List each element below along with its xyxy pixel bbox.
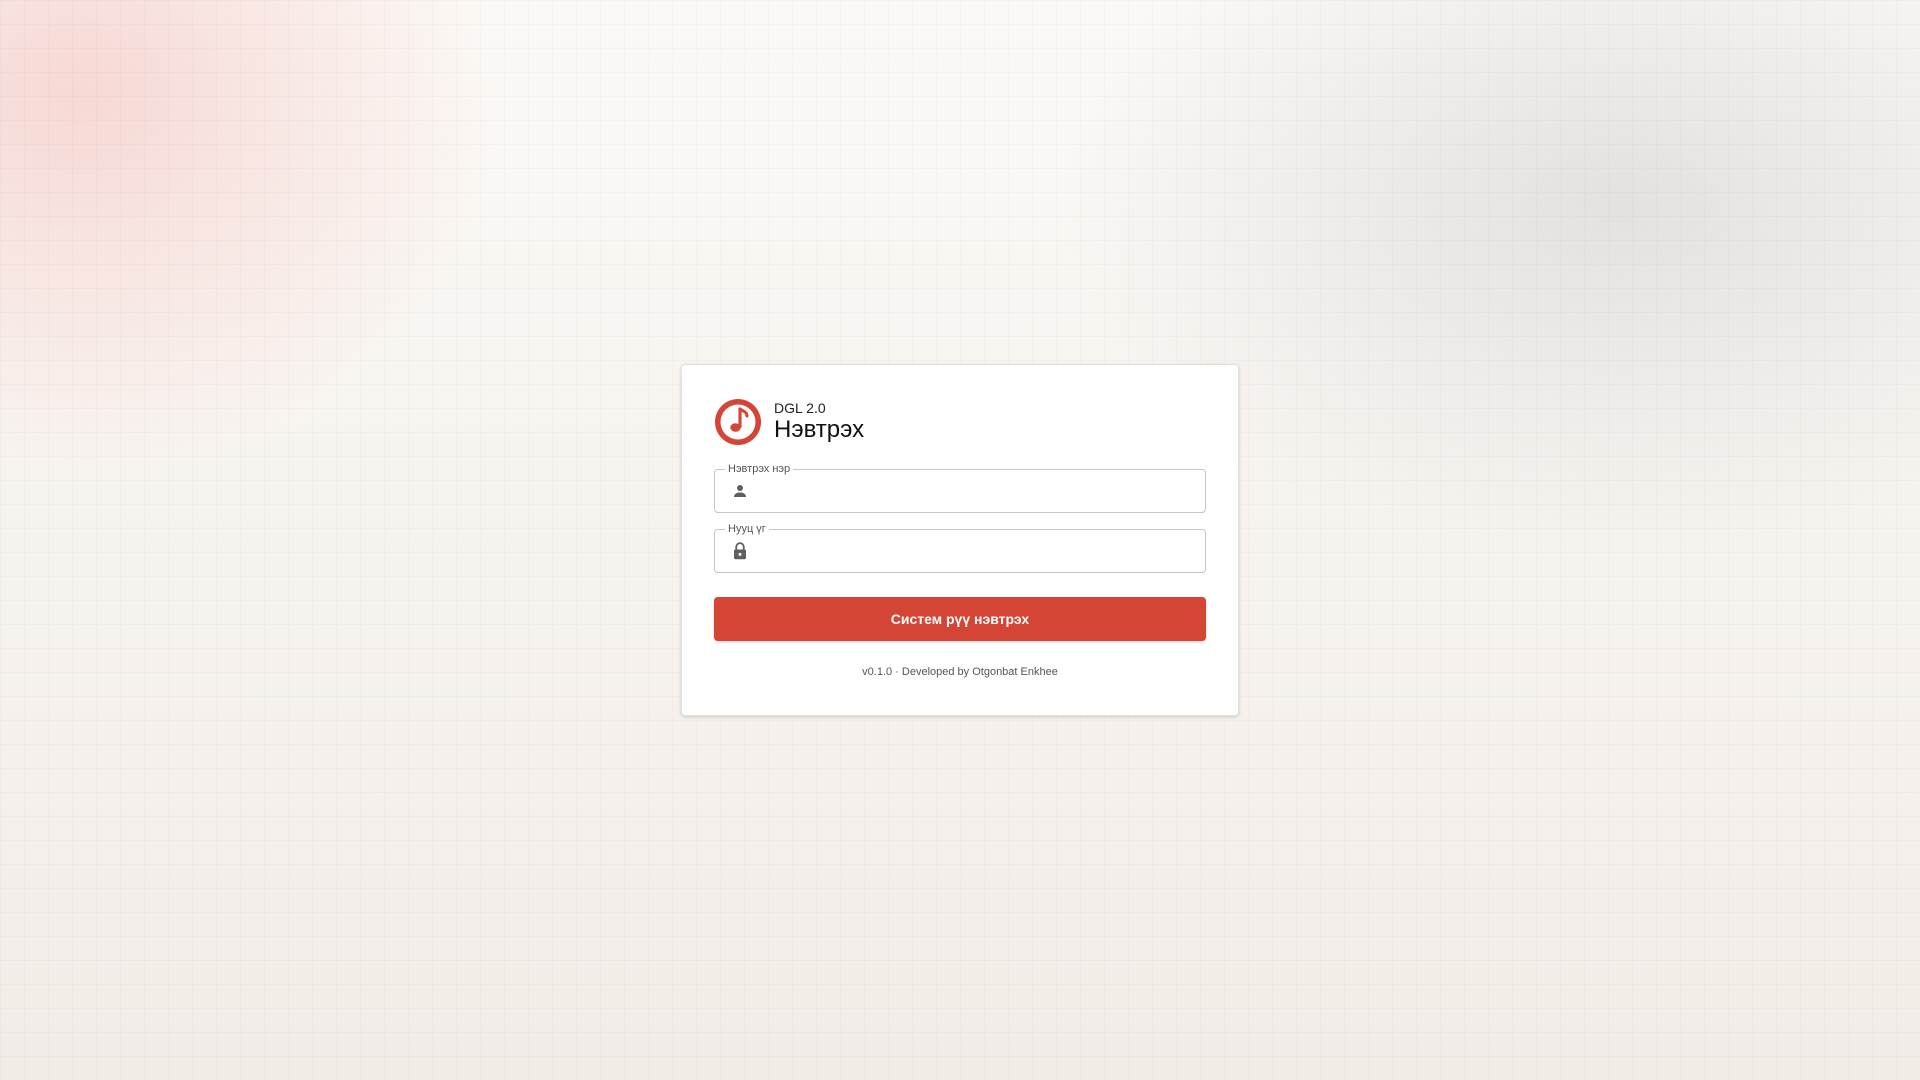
login-card: DGL 2.0 Нэвтрэх Нэвтрэх нэр Нууц үг Сист… xyxy=(681,364,1239,716)
password-input[interactable] xyxy=(750,530,1205,572)
username-input[interactable] xyxy=(750,470,1205,512)
music-note-icon xyxy=(715,399,761,445)
brand-text: DGL 2.0 Нэвтрэх xyxy=(774,399,865,444)
page-title: Нэвтрэх xyxy=(774,416,865,443)
footer-credits: v0.1.0 · Developed by Otgonbat Enkhee xyxy=(862,666,1058,678)
person-icon xyxy=(730,481,750,501)
username-field[interactable]: Нэвтрэх нэр xyxy=(714,462,1206,513)
username-label: Нэвтрэх нэр xyxy=(725,462,794,476)
password-field[interactable]: Нууц үг xyxy=(714,522,1206,573)
lock-icon xyxy=(730,541,750,561)
app-version-title: DGL 2.0 xyxy=(774,399,826,416)
login-button[interactable]: Систем рүү нэвтрэх xyxy=(714,597,1206,641)
brand-header: DGL 2.0 Нэвтрэх xyxy=(714,397,1206,447)
password-label: Нууц үг xyxy=(725,522,769,536)
